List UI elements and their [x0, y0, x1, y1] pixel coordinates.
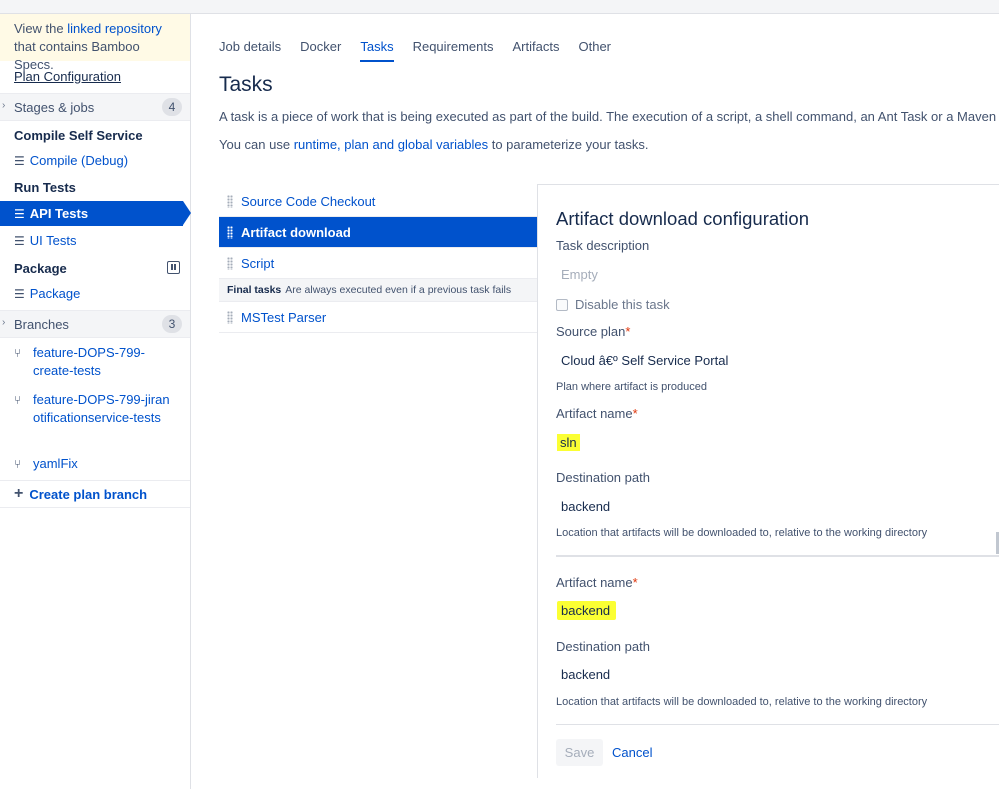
form-divider: [556, 724, 999, 725]
destination-path-hint: Location that artifacts will be download…: [556, 527, 928, 539]
destination-path-hint: Location that artifacts will be download…: [556, 696, 928, 708]
tab-docker[interactable]: Docker: [300, 39, 341, 62]
artifact-divider: [556, 555, 999, 557]
stage-title: Package: [14, 261, 67, 276]
stage-title: Run Tests: [14, 180, 76, 195]
plan-configuration-link[interactable]: Plan Configuration: [14, 69, 121, 84]
task-script[interactable]: Script: [219, 248, 537, 279]
top-bar: [0, 0, 999, 14]
artifact-name-select[interactable]: sln: [557, 434, 580, 451]
tab-requirements[interactable]: Requirements: [413, 39, 494, 62]
variables-link[interactable]: runtime, plan and global variables: [294, 137, 488, 152]
chevron-right-icon: ›: [2, 317, 6, 328]
task-artifact-download[interactable]: Artifact download: [219, 217, 537, 248]
save-button[interactable]: Save: [556, 739, 603, 766]
variables-text: You can use runtime, plan and global var…: [219, 137, 649, 152]
destination-path-input[interactable]: backend: [561, 667, 610, 682]
job-tabs: Job details Docker Tasks Requirements Ar…: [219, 39, 611, 62]
tab-job-details[interactable]: Job details: [219, 39, 281, 62]
job-api-tests[interactable]: ☰ API Tests: [0, 201, 191, 226]
branch-item[interactable]: ⑂ feature-DOPS-799-create-tests: [14, 344, 151, 380]
page-title: Tasks: [219, 73, 273, 96]
branch-item[interactable]: ⑂ yamlFix: [14, 455, 183, 473]
disable-task-checkbox[interactable]: Disable this task: [556, 297, 670, 312]
branches-header[interactable]: › Branches 3: [0, 310, 190, 338]
branch-icon: ⑂: [14, 346, 22, 360]
final-tasks-header: Final tasks Are always executed even if a…: [219, 279, 537, 302]
tab-tasks[interactable]: Tasks: [360, 39, 394, 62]
branch-icon: ⑂: [14, 457, 22, 471]
task-list: Source Code Checkout Artifact download S…: [219, 186, 537, 333]
artifact-name-label: Artifact name*: [556, 406, 638, 421]
cancel-button[interactable]: Cancel: [612, 745, 652, 760]
list-icon: ☰: [14, 153, 25, 168]
job-ui-tests[interactable]: ☰ UI Tests: [14, 233, 76, 248]
stage-title: Compile Self Service: [14, 128, 143, 143]
list-icon: ☰: [14, 206, 25, 221]
drag-handle-icon[interactable]: [227, 256, 233, 270]
task-description-input[interactable]: Empty: [561, 267, 598, 282]
sidebar: View the linked repository that contains…: [0, 14, 191, 789]
job-package[interactable]: ☰ Package: [14, 286, 80, 301]
artifact-name-label: Artifact name*: [556, 575, 638, 590]
config-title: Artifact download configuration: [556, 208, 809, 229]
pause-icon[interactable]: [167, 261, 180, 274]
stages-jobs-header[interactable]: › Stages & jobs 4: [0, 93, 190, 121]
specs-notice: View the linked repository that contains…: [0, 14, 190, 72]
branches-count-badge: 3: [162, 315, 182, 333]
branch-item[interactable]: ⑂ feature-DOPS-799-jiranotificationservi…: [14, 391, 171, 427]
chevron-right-icon: ›: [2, 100, 6, 111]
destination-path-label: Destination path: [556, 470, 650, 485]
source-plan-select[interactable]: Cloud â€º Self Service Portal: [561, 353, 728, 368]
job-compile-debug[interactable]: ☰ Compile (Debug): [14, 153, 128, 168]
source-plan-hint: Plan where artifact is produced: [556, 381, 708, 393]
linked-repository-link[interactable]: linked repository: [67, 21, 162, 36]
task-source-code-checkout[interactable]: Source Code Checkout: [219, 186, 537, 217]
destination-path-input[interactable]: backend: [561, 499, 610, 514]
checkbox-icon[interactable]: [556, 298, 568, 311]
artifact-name-select[interactable]: backend: [557, 601, 617, 620]
destination-path-label: Destination path: [556, 639, 650, 654]
intro-text: A task is a piece of work that is being …: [219, 109, 999, 124]
create-plan-branch-button[interactable]: + Create plan branch: [0, 480, 190, 508]
list-icon: ☰: [14, 286, 25, 301]
plus-icon: +: [14, 485, 24, 502]
drag-handle-icon[interactable]: [227, 310, 233, 324]
task-description-label: Task description: [556, 238, 650, 253]
tab-artifacts[interactable]: Artifacts: [513, 39, 560, 62]
source-plan-label: Source plan*: [556, 324, 631, 339]
drag-handle-icon[interactable]: [227, 225, 233, 239]
list-icon: ☰: [14, 233, 25, 248]
task-mstest-parser[interactable]: MSTest Parser: [219, 302, 537, 333]
stages-count-badge: 4: [162, 98, 182, 116]
branch-icon: ⑂: [14, 393, 22, 407]
drag-handle-icon[interactable]: [227, 194, 233, 208]
tab-other[interactable]: Other: [578, 39, 611, 62]
